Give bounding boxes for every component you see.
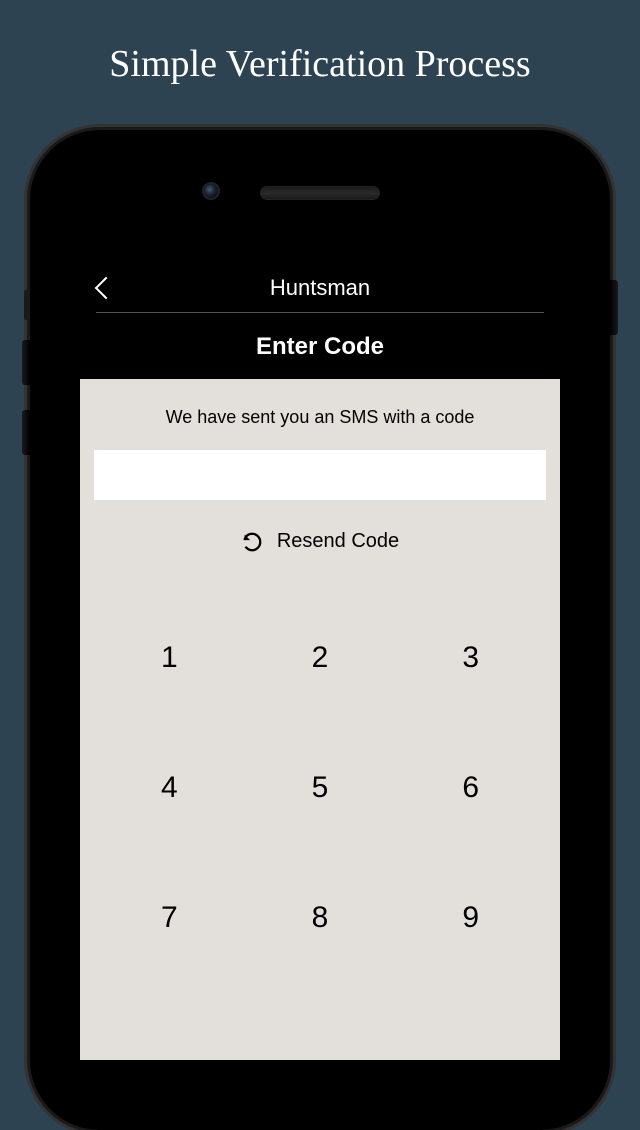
header-title: Huntsman xyxy=(96,275,544,301)
app-screen: Huntsman Enter Code We have sent you an … xyxy=(80,260,560,1060)
keypad-key-3[interactable]: 3 xyxy=(395,593,546,723)
marketing-title: Simple Verification Process xyxy=(0,0,640,86)
resend-label: Resend Code xyxy=(277,530,399,553)
content-area: We have sent you an SMS with a code Rese… xyxy=(80,379,560,983)
header-top-row: Huntsman xyxy=(96,276,544,313)
resend-button[interactable]: Resend Code xyxy=(94,530,546,553)
phone-mute-switch xyxy=(24,290,30,320)
undo-icon xyxy=(241,531,263,553)
phone-volume-down xyxy=(22,410,30,455)
keypad-key-1[interactable]: 1 xyxy=(94,593,245,723)
keypad-key-6[interactable]: 6 xyxy=(395,723,546,853)
instruction-text: We have sent you an SMS with a code xyxy=(94,407,546,428)
keypad-key-4[interactable]: 4 xyxy=(94,723,245,853)
keypad-key-9[interactable]: 9 xyxy=(395,853,546,983)
header-subtitle: Enter Code xyxy=(96,313,544,361)
numeric-keypad: 1 2 3 4 5 6 7 8 9 xyxy=(94,593,546,983)
app-header: Huntsman Enter Code xyxy=(80,260,560,379)
code-input[interactable] xyxy=(94,450,546,500)
phone-camera xyxy=(202,182,220,200)
keypad-key-2[interactable]: 2 xyxy=(245,593,396,723)
phone-volume-up xyxy=(22,340,30,385)
phone-power-button xyxy=(610,280,618,335)
phone-speaker xyxy=(260,186,380,200)
keypad-key-7[interactable]: 7 xyxy=(94,853,245,983)
phone-frame: Huntsman Enter Code We have sent you an … xyxy=(30,130,610,1130)
keypad-key-8[interactable]: 8 xyxy=(245,853,396,983)
keypad-key-5[interactable]: 5 xyxy=(245,723,396,853)
